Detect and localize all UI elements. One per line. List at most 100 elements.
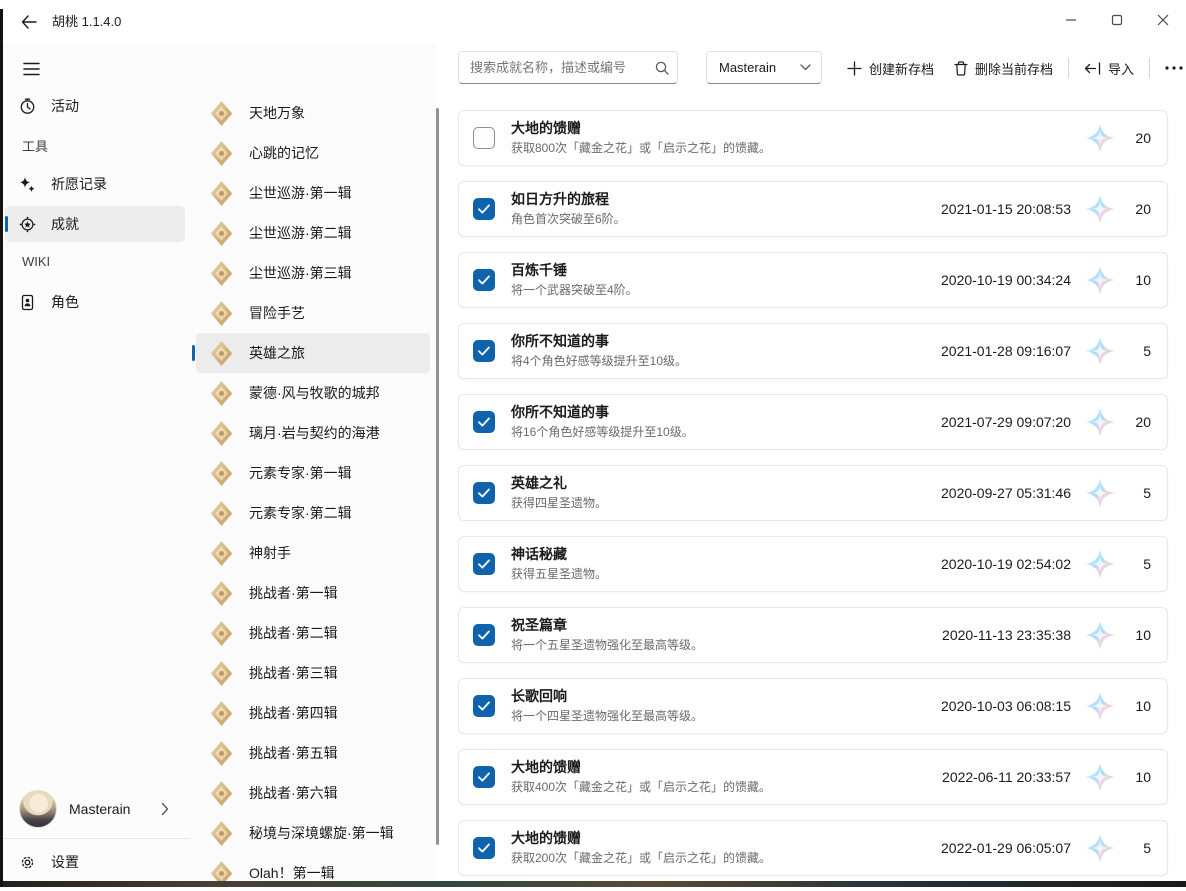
category-emblem-icon xyxy=(208,860,235,882)
achievement-desc: 将一个四星圣遗物强化至最高等级。 xyxy=(511,708,941,725)
category-item[interactable]: 天地万象 xyxy=(196,93,430,133)
import-button[interactable]: 导入 xyxy=(1074,52,1144,84)
category-item[interactable]: 挑战者·第二辑 xyxy=(196,613,430,653)
category-item[interactable]: 元素专家·第一辑 xyxy=(196,453,430,493)
category-emblem-icon xyxy=(208,820,235,847)
achievement-text: 神话秘藏 获得五星圣遗物。 xyxy=(511,545,941,583)
categories-scrollbar[interactable] xyxy=(436,108,439,845)
category-item[interactable]: 元素专家·第二辑 xyxy=(196,493,430,533)
minimize-button[interactable] xyxy=(1048,0,1094,40)
achievement-text: 大地的馈赠 获取800次「藏金之花」或「启示之花」的馈藏。 xyxy=(511,119,1071,157)
achievement-text: 如日方升的旅程 角色首次突破至6阶。 xyxy=(511,190,941,228)
primogem-icon xyxy=(1085,833,1115,863)
search-input[interactable] xyxy=(459,60,650,75)
checkmark-icon xyxy=(478,488,490,498)
search-icon[interactable] xyxy=(650,61,673,75)
ellipsis-icon xyxy=(1165,66,1183,70)
category-item[interactable]: 挑战者·第四辑 xyxy=(196,693,430,733)
achievement-row: 如日方升的旅程 角色首次突破至6阶。 2021-01-15 20:08:53 2… xyxy=(458,181,1168,237)
achievement-desc: 将一个武器突破至4阶。 xyxy=(511,282,941,299)
category-item[interactable]: 尘世巡游·第一辑 xyxy=(196,173,430,213)
achievement-checkbox[interactable] xyxy=(473,695,495,717)
category-item[interactable]: 心跳的记忆 xyxy=(196,133,430,173)
category-item[interactable]: 挑战者·第六辑 xyxy=(196,773,430,813)
primogem-icon xyxy=(1085,194,1115,224)
category-label: 英雄之旅 xyxy=(249,343,305,363)
achievement-checkbox[interactable] xyxy=(473,837,495,859)
toolbar-separator xyxy=(1068,58,1069,78)
profile-button[interactable]: Masterain xyxy=(5,783,185,835)
primogem-icon xyxy=(1085,336,1115,366)
achievement-reward: 20 xyxy=(1125,130,1151,146)
checkmark-icon xyxy=(478,417,490,427)
category-label: 尘世巡游·第三辑 xyxy=(249,263,352,283)
create-archive-button[interactable]: 创建新存档 xyxy=(837,52,944,84)
category-item[interactable]: 尘世巡游·第二辑 xyxy=(196,213,430,253)
achievement-checkbox[interactable] xyxy=(473,127,495,149)
sidebar-item-label: 祈愿记录 xyxy=(51,174,107,194)
achievement-checkbox[interactable] xyxy=(473,411,495,433)
checkmark-icon xyxy=(478,843,490,853)
category-emblem-icon xyxy=(208,660,235,687)
achievement-checkbox[interactable] xyxy=(473,482,495,504)
achievement-date: 2021-01-28 09:16:07 xyxy=(941,343,1071,359)
archive-selector[interactable]: Masterain xyxy=(706,51,822,84)
category-label: 挑战者·第二辑 xyxy=(249,623,338,643)
sidebar-item-label: 成就 xyxy=(51,214,79,234)
category-label: 元素专家·第二辑 xyxy=(249,503,352,523)
close-icon xyxy=(1157,14,1169,26)
achievement-checkbox[interactable] xyxy=(473,340,495,362)
sidebar-item-wish-history[interactable]: 祈愿记录 xyxy=(5,166,185,202)
category-item[interactable]: Olah！第一辑 xyxy=(196,853,430,881)
toolbar: Masterain 创建新存档 删除当前存档 导入 xyxy=(445,50,1186,86)
category-emblem-icon xyxy=(208,100,235,127)
back-button[interactable] xyxy=(12,8,46,36)
delete-archive-button[interactable]: 删除当前存档 xyxy=(944,52,1063,84)
achievement-title: 祝圣篇章 xyxy=(511,616,942,635)
achievement-checkbox[interactable] xyxy=(473,553,495,575)
achievement-badge-icon xyxy=(19,216,36,233)
achievement-date: 2022-06-11 20:33:57 xyxy=(942,769,1071,785)
category-item[interactable]: 蒙德·风与牧歌的城邦 xyxy=(196,373,430,413)
more-options-button[interactable] xyxy=(1155,52,1186,84)
sidebar-item-achievements[interactable]: 成就 xyxy=(5,206,185,242)
settings-button[interactable]: 设置 xyxy=(5,845,185,879)
achievement-text: 你所不知道的事 将4个角色好感等级提升至10级。 xyxy=(511,332,941,370)
achievement-reward: 5 xyxy=(1125,343,1151,359)
sidebar-item-label: 角色 xyxy=(51,292,79,312)
close-button[interactable] xyxy=(1140,0,1186,40)
achievement-title: 神话秘藏 xyxy=(511,545,941,564)
sparkles-icon xyxy=(19,176,36,193)
achievement-checkbox[interactable] xyxy=(473,269,495,291)
achievement-checkbox[interactable] xyxy=(473,766,495,788)
achievement-row: 英雄之礼 获得四星圣遗物。 2020-09-27 05:31:46 5 xyxy=(458,465,1168,521)
achievement-list: 大地的馈赠 获取800次「藏金之花」或「启示之花」的馈藏。 20 如日方升的旅程… xyxy=(458,110,1168,891)
category-item[interactable]: 尘世巡游·第三辑 xyxy=(196,253,430,293)
category-emblem-icon xyxy=(208,780,235,807)
settings-label: 设置 xyxy=(51,852,79,872)
category-item[interactable]: 英雄之旅 xyxy=(196,333,430,373)
category-item[interactable]: 神射手 xyxy=(196,533,430,573)
category-emblem-icon xyxy=(208,260,235,287)
category-item[interactable]: 挑战者·第一辑 xyxy=(196,573,430,613)
maximize-button[interactable] xyxy=(1094,0,1140,40)
category-item[interactable]: 璃月·岩与契约的海港 xyxy=(196,413,430,453)
achievement-row: 大地的馈赠 获取200次「藏金之花」或「启示之花」的馈藏。 2022-01-29… xyxy=(458,820,1168,876)
window-controls xyxy=(1048,0,1186,40)
category-item[interactable]: 挑战者·第五辑 xyxy=(196,733,430,773)
category-item[interactable]: 秘境与深境螺旋·第一辑 xyxy=(196,813,430,853)
hamburger-menu-button[interactable] xyxy=(14,54,48,84)
achievement-reward: 10 xyxy=(1125,627,1151,643)
achievement-checkbox[interactable] xyxy=(473,624,495,646)
category-item[interactable]: 挑战者·第三辑 xyxy=(196,653,430,693)
category-label: 蒙德·风与牧歌的城邦 xyxy=(249,383,380,403)
achievement-checkbox[interactable] xyxy=(473,198,495,220)
category-item[interactable]: 冒险手艺 xyxy=(196,293,430,333)
sidebar-item-characters[interactable]: 角色 xyxy=(5,284,185,320)
sidebar-item-activity[interactable]: 活动 xyxy=(5,88,185,124)
achievement-desc: 获取200次「藏金之花」或「启示之花」的馈藏。 xyxy=(511,850,941,867)
category-label: 挑战者·第三辑 xyxy=(249,663,338,683)
archive-selector-value: Masterain xyxy=(719,60,800,75)
achievement-title: 百炼千锤 xyxy=(511,261,941,280)
category-label: 挑战者·第四辑 xyxy=(249,703,338,723)
